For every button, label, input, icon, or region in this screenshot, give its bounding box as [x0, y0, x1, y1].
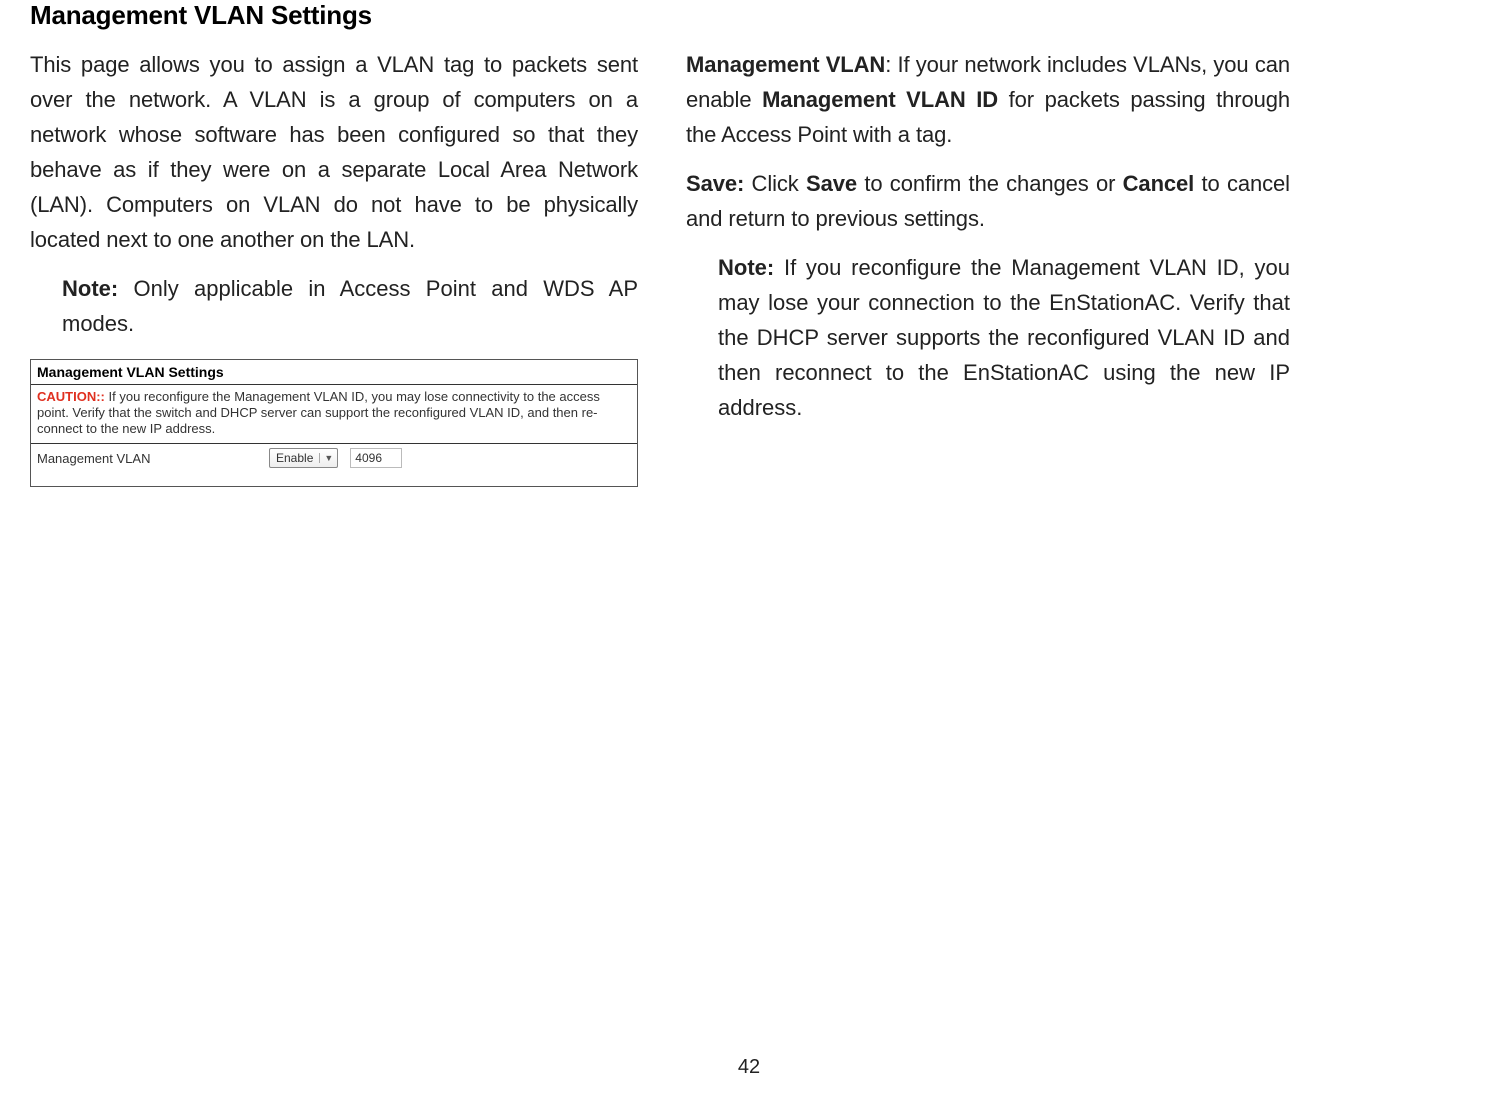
- vlan-id-input[interactable]: [350, 448, 402, 468]
- save-paragraph: Save: Click Save to confirm the changes …: [686, 166, 1290, 236]
- caution-text: If you reconfigure the Management VLAN I…: [37, 389, 600, 436]
- right-column: Management VLAN: If your network include…: [686, 47, 1290, 487]
- chevron-down-icon: ▼: [319, 453, 337, 463]
- management-vlan-paragraph: Management VLAN: If your network include…: [686, 47, 1290, 152]
- panel-row-label: Management VLAN: [37, 451, 257, 466]
- panel-row: Management VLAN Enable ▼: [31, 444, 637, 472]
- select-value: Enable: [270, 451, 319, 465]
- note-text: Only applicable in Access Point and WDS …: [62, 276, 638, 336]
- save-bold2: Save: [806, 171, 857, 196]
- note-label: Note:: [62, 276, 118, 301]
- right-note-text: If you reconfigure the Management VLAN I…: [718, 255, 1290, 420]
- right-note-bold: Note:: [718, 255, 774, 280]
- save-bold1: Save:: [686, 171, 744, 196]
- save-text1: Click: [744, 171, 806, 196]
- mvlan-id-bold: Management VLAN ID: [762, 87, 998, 112]
- caution-label: CAUTION::: [37, 389, 105, 404]
- page-title: Management VLAN Settings: [30, 0, 1468, 31]
- cancel-bold: Cancel: [1123, 171, 1195, 196]
- content-columns: This page allows you to assign a VLAN ta…: [30, 47, 1468, 487]
- left-column: This page allows you to assign a VLAN ta…: [30, 47, 638, 487]
- page-number: 42: [0, 1056, 1498, 1079]
- intro-paragraph: This page allows you to assign a VLAN ta…: [30, 47, 638, 257]
- save-text2: to confirm the changes or: [857, 171, 1123, 196]
- settings-panel: Management VLAN Settings CAUTION:: If yo…: [30, 359, 638, 487]
- panel-caution: CAUTION:: If you reconfigure the Managem…: [31, 385, 637, 444]
- right-note-paragraph: Note: If you reconfigure the Management …: [686, 250, 1290, 425]
- management-vlan-select[interactable]: Enable ▼: [269, 448, 338, 468]
- panel-heading: Management VLAN Settings: [31, 360, 637, 385]
- note-paragraph: Note: Only applicable in Access Point an…: [30, 271, 638, 341]
- mvlan-bold: Management VLAN: [686, 52, 885, 77]
